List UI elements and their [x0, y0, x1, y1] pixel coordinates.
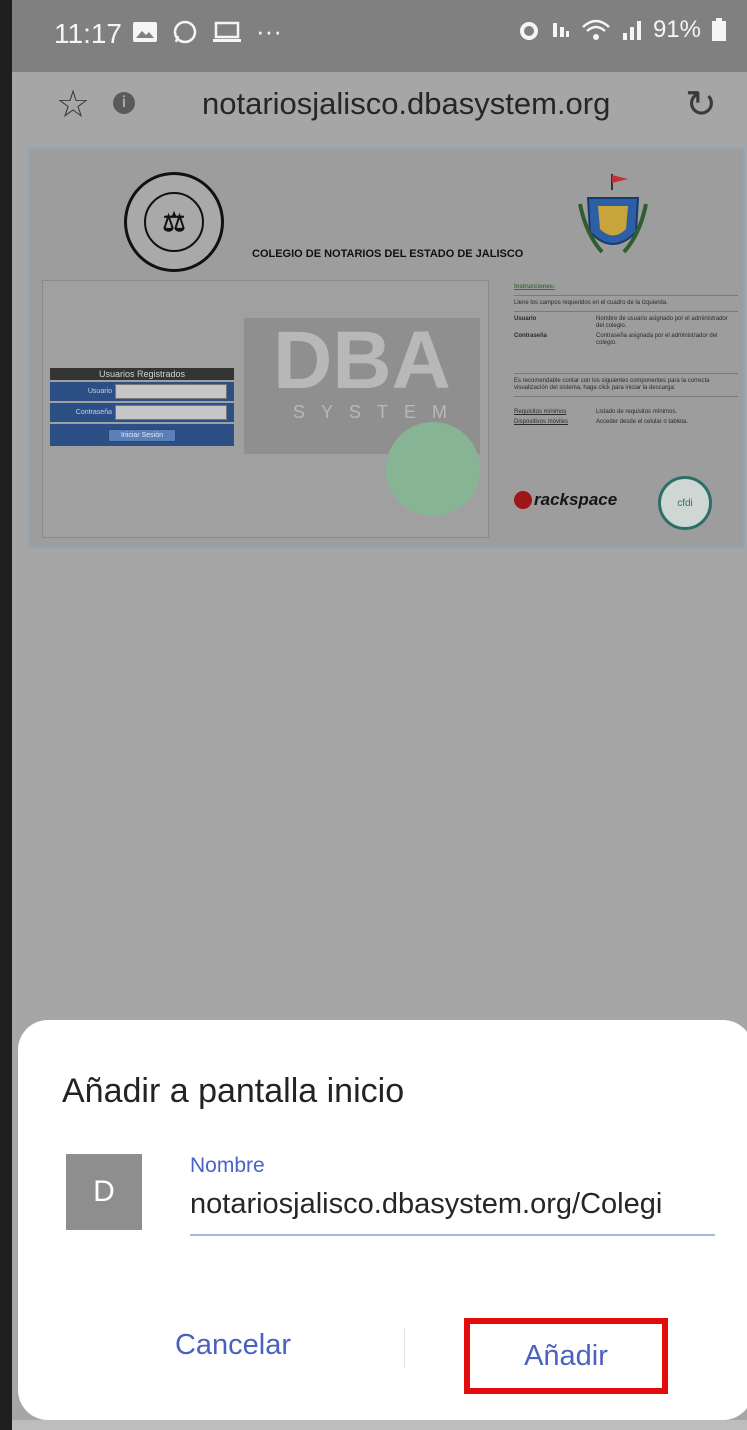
password-label: Contraseña — [75, 409, 112, 416]
divider — [514, 311, 738, 312]
browser-url-bar: ☆ i notariosjalisco.dbasystem.org ↻ — [12, 72, 747, 142]
name-field-label: Nombre — [190, 1154, 265, 1177]
vowifi-icon — [552, 23, 569, 37]
button-separator — [404, 1328, 405, 1368]
bookmark-star-icon[interactable]: ☆ — [56, 82, 90, 127]
wifi-icon — [582, 19, 610, 40]
notary-seal-logo: ⚖ — [124, 172, 224, 272]
signal-icon — [622, 21, 641, 40]
requirements-link[interactable]: Requisitos mínimos — [514, 409, 596, 416]
rackspace-text: rackspace — [534, 490, 618, 509]
jalisco-crest-logo — [578, 174, 648, 254]
rackspace-logo: rackspace — [514, 490, 617, 510]
more-notifications-indicator: ··· — [256, 16, 282, 46]
divider — [514, 373, 738, 374]
mobile-devices-desc: Acceder desde el celular o tableta. — [596, 419, 689, 425]
rackspace-mark-icon — [514, 491, 532, 509]
name-input-underline — [190, 1234, 715, 1236]
password-input[interactable] — [115, 405, 227, 420]
instructions-intro: Llene los campos requeridos en el cuadro… — [514, 300, 668, 306]
status-bar: 11:17 ··· 91% — [12, 0, 747, 72]
system-icons: 91% — [517, 16, 727, 44]
dba-decorative-circle — [386, 422, 480, 516]
site-title: COLEGIO DE NOTARIOS DEL ESTADO DE JALISC… — [252, 248, 524, 260]
password-term: Contraseña — [514, 333, 548, 339]
site-info-icon[interactable]: i — [113, 92, 135, 114]
whatsapp-icon — [173, 20, 197, 43]
reload-icon[interactable]: ↻ — [685, 82, 717, 127]
laptop-icon — [213, 21, 241, 42]
user-label: Usuario — [87, 388, 112, 395]
divider — [514, 396, 738, 397]
password-desc: Contraseña asignada por el administrador… — [596, 333, 718, 346]
alarm-icon — [519, 22, 538, 40]
navigation-bar — [12, 1420, 747, 1430]
instructions-panel: Instrucciones: Llene los campos requerid… — [514, 284, 738, 426]
add-button[interactable]: Añadir — [464, 1318, 668, 1394]
url-text[interactable]: notariosjalisco.dbasystem.org — [202, 86, 610, 122]
gallery-icon — [133, 21, 157, 42]
requirements-desc: Listado de requisitos mínimos. — [596, 409, 678, 415]
login-submit-button[interactable]: Iniciar Sesión — [107, 428, 177, 442]
dba-logo-text: DBA — [273, 318, 451, 406]
cfdi-text: cfdi — [677, 497, 693, 509]
shortcut-avatar: D — [66, 1154, 142, 1230]
name-input[interactable] — [190, 1188, 710, 1221]
phone-screen: 11:17 ··· 91% ☆ i notariosjalisco.dbasys… — [12, 0, 747, 1430]
download-links: Requisitos mínimos Listado de requisitos… — [514, 409, 738, 426]
battery-icon — [712, 18, 726, 41]
user-desc: Nombre de usuario asignado por el admini… — [596, 316, 728, 329]
seal-inner-icon: ⚖ — [144, 192, 204, 252]
instructions-title: Instrucciones: — [514, 284, 556, 290]
login-header: Usuarios Registrados — [50, 368, 234, 380]
login-password-row: Contraseña — [50, 403, 234, 422]
user-input[interactable] — [115, 384, 227, 399]
dba-logo-subtext: SYSTEM — [293, 402, 463, 422]
web-content: ⚖ COLEGIO DE NOTARIOS DEL ESTADO DE JALI… — [28, 148, 745, 548]
status-time: 11:17 — [54, 18, 122, 49]
divider — [514, 295, 738, 296]
notification-icons: ··· — [132, 16, 282, 47]
add-to-home-dialog: Añadir a pantalla inicio D Nombre Cancel… — [18, 1020, 747, 1420]
login-user-row: Usuario — [50, 382, 234, 401]
cancel-button[interactable]: Cancelar — [128, 1328, 338, 1363]
mobile-devices-link[interactable]: Dispositivos móviles — [514, 419, 596, 426]
dialog-title: Añadir a pantalla inicio — [62, 1072, 405, 1110]
user-term: Usuario — [514, 316, 537, 322]
cfdi-badge: cfdi — [658, 476, 712, 530]
battery-percent: 91% — [652, 16, 701, 43]
instructions-recommend: Es recomendable contar con los siguiente… — [514, 378, 710, 391]
instructions-definitions: Usuario Nombre de usuario asignado por e… — [514, 316, 738, 347]
login-button-row: Iniciar Sesión — [50, 424, 234, 446]
login-form: Usuarios Registrados Usuario Contraseña … — [50, 368, 234, 446]
